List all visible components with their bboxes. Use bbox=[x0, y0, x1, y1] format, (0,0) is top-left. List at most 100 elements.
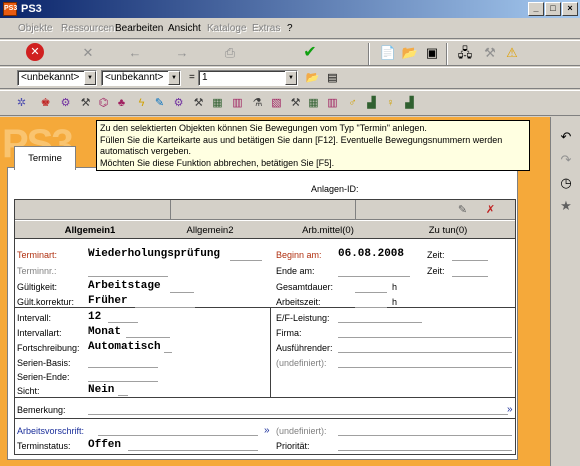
field-underline bbox=[108, 322, 138, 323]
chevron-down-icon[interactable]: ▼ bbox=[285, 71, 297, 85]
open-folder-icon[interactable]: 📂 bbox=[305, 71, 320, 86]
grid-icon[interactable]: ▦ bbox=[306, 96, 321, 111]
expand-arrow-icon[interactable]: » bbox=[264, 425, 270, 436]
tools-icon[interactable]: ⚒ bbox=[480, 43, 500, 63]
menu-objekte[interactable]: Objekte bbox=[18, 23, 52, 34]
hierarchy-icon[interactable]: ⌬ bbox=[96, 96, 111, 111]
terminstatus-label: Terminstatus: bbox=[17, 441, 71, 451]
filter-field-combo[interactable]: <unbekannt> ▼ bbox=[17, 70, 97, 86]
beginn-field[interactable]: 06.08.2008 bbox=[338, 248, 404, 260]
ende-label: Ende am: bbox=[276, 266, 315, 276]
ende-field[interactable] bbox=[338, 276, 410, 277]
arbeitszeit-label: Arbeitszeit: bbox=[276, 297, 321, 307]
gesamtdauer-field[interactable] bbox=[355, 292, 387, 293]
tools-icon[interactable]: ⚗ bbox=[250, 96, 265, 111]
close-window-button[interactable]: × bbox=[562, 2, 578, 16]
lightning-icon[interactable]: ϟ bbox=[134, 96, 149, 111]
maximize-button[interactable]: □ bbox=[545, 2, 561, 16]
minimize-button[interactable]: _ bbox=[528, 2, 544, 16]
menu-kataloge[interactable]: Kataloge bbox=[207, 23, 246, 34]
gesamtdauer-label: Gesamtdauer: bbox=[276, 282, 334, 292]
filter-value-text: 1 bbox=[202, 72, 208, 83]
group-icon[interactable]: ✲ bbox=[14, 96, 29, 111]
menu-bearbeiten[interactable]: Bearbeiten bbox=[115, 23, 163, 34]
gueltigkeit-field[interactable]: Arbeitstage bbox=[88, 280, 161, 292]
calendar-icon[interactable]: ▥ bbox=[230, 96, 245, 111]
terminnr-field[interactable] bbox=[88, 276, 168, 277]
grid-icon[interactable]: ▦ bbox=[210, 96, 225, 111]
firma-field[interactable] bbox=[338, 337, 512, 338]
chevron-down-icon[interactable]: ▼ bbox=[168, 71, 180, 85]
gear-icon[interactable]: ⚙ bbox=[171, 96, 186, 111]
intervallart-field[interactable]: Monat bbox=[88, 326, 121, 338]
intervall-field[interactable]: 12 bbox=[88, 311, 101, 323]
warning-icon[interactable]: ⚠ bbox=[502, 43, 522, 63]
undefiniert-field[interactable] bbox=[338, 367, 512, 368]
filter-value-combo[interactable]: 1 ▼ bbox=[198, 70, 298, 86]
subtab-arbeitsmittel[interactable]: Arb.mittel(0) bbox=[273, 225, 383, 236]
tab-termine[interactable]: Termine bbox=[14, 146, 76, 170]
open-folder-icon[interactable]: 📂 bbox=[400, 43, 420, 63]
org-chart-icon[interactable]: ♣ bbox=[114, 96, 129, 111]
confirm-check-icon[interactable]: ✔ bbox=[300, 43, 320, 63]
calendar-icon[interactable]: ▥ bbox=[325, 96, 340, 111]
menu-extras[interactable]: Extras bbox=[252, 23, 280, 34]
arbeitszeit-field[interactable] bbox=[355, 307, 387, 308]
zeit-field[interactable] bbox=[452, 260, 488, 261]
new-document-icon[interactable]: 📄 bbox=[378, 43, 398, 63]
window-icon[interactable]: ▣ bbox=[422, 43, 442, 63]
edit-pen-icon[interactable]: ✎ bbox=[455, 203, 470, 218]
filter-apply-icon[interactable]: ▤ bbox=[325, 71, 340, 86]
prioritaet-field[interactable] bbox=[338, 450, 512, 451]
arrow-left-icon[interactable]: ← bbox=[125, 43, 145, 63]
tab-termine-label: Termine bbox=[28, 153, 62, 164]
hammer-icon[interactable]: ⚒ bbox=[191, 96, 206, 111]
bemerkung-field[interactable] bbox=[88, 414, 508, 415]
chart-icon[interactable]: ▟ bbox=[364, 96, 379, 111]
network-icon[interactable]: 🖧 bbox=[455, 43, 475, 63]
efleistung-field[interactable] bbox=[338, 322, 422, 323]
filter-operator-combo[interactable]: <unbekannt> ▼ bbox=[101, 70, 181, 86]
zeit-field[interactable] bbox=[452, 276, 488, 277]
zeit-label: Zeit: bbox=[427, 250, 445, 260]
forward-arrow-icon[interactable]: ↷ bbox=[556, 150, 576, 170]
print-icon[interactable]: ⎙ bbox=[220, 43, 240, 63]
serienbasis-field[interactable] bbox=[88, 367, 158, 368]
menu-ressourcen[interactable]: Ressourcen bbox=[61, 23, 114, 34]
chevron-down-icon[interactable]: ▼ bbox=[84, 71, 96, 85]
ausfuehrender-field[interactable] bbox=[338, 352, 512, 353]
star-icon[interactable]: ★ bbox=[556, 196, 576, 216]
gear-icon[interactable]: ⚙ bbox=[58, 96, 73, 111]
arbeitsvorschrift-label[interactable]: Arbeitsvorschrift: bbox=[17, 426, 84, 436]
arrow-right-icon[interactable]: → bbox=[172, 43, 192, 63]
sicht-field[interactable]: Nein bbox=[88, 384, 114, 396]
subtab-allgemein2[interactable]: Allgemein2 bbox=[155, 225, 265, 236]
clock-icon[interactable]: ◷ bbox=[556, 173, 576, 193]
fortschreibung-label: Fortschreibung: bbox=[17, 343, 80, 353]
menu-ansicht[interactable]: Ansicht bbox=[168, 23, 201, 34]
serienende-field[interactable] bbox=[88, 381, 158, 382]
fortschreibung-field[interactable]: Automatisch bbox=[88, 341, 161, 353]
back-arrow-icon[interactable]: ↶ bbox=[556, 127, 576, 147]
hammer-icon[interactable]: ⚒ bbox=[288, 96, 303, 111]
terminart-field[interactable]: Wiederholungsprüfung bbox=[88, 248, 220, 260]
undefiniert-field[interactable] bbox=[338, 435, 512, 436]
drop-icon[interactable]: ✎ bbox=[152, 96, 167, 111]
gueltkorrektur-field[interactable]: Früher bbox=[88, 295, 128, 307]
subtab-zu-tun[interactable]: Zu tun(0) bbox=[393, 225, 503, 236]
hammer-icon[interactable]: ⚒ bbox=[78, 96, 93, 111]
paint-icon[interactable]: ♂ bbox=[345, 96, 360, 111]
cancel-icon[interactable]: ✕ bbox=[26, 43, 44, 61]
chart-icon[interactable]: ▟ bbox=[402, 96, 417, 111]
terminstatus-field[interactable]: Offen bbox=[88, 439, 121, 451]
paint-icon[interactable]: ♀ bbox=[383, 96, 398, 111]
users-icon[interactable]: ♚ bbox=[38, 96, 53, 111]
expand-arrow-icon[interactable]: » bbox=[507, 404, 513, 415]
menu-help[interactable]: ? bbox=[287, 23, 293, 34]
delete-pen-icon[interactable]: ✗ bbox=[483, 203, 498, 218]
subtab-allgemein1[interactable]: Allgemein1 bbox=[35, 225, 145, 236]
arbeitsvorschrift-field[interactable] bbox=[98, 435, 258, 436]
delete-icon[interactable]: ✕ bbox=[78, 43, 98, 63]
terminart-label: Terminart: bbox=[17, 250, 58, 260]
document-icon[interactable]: ▧ bbox=[269, 96, 284, 111]
